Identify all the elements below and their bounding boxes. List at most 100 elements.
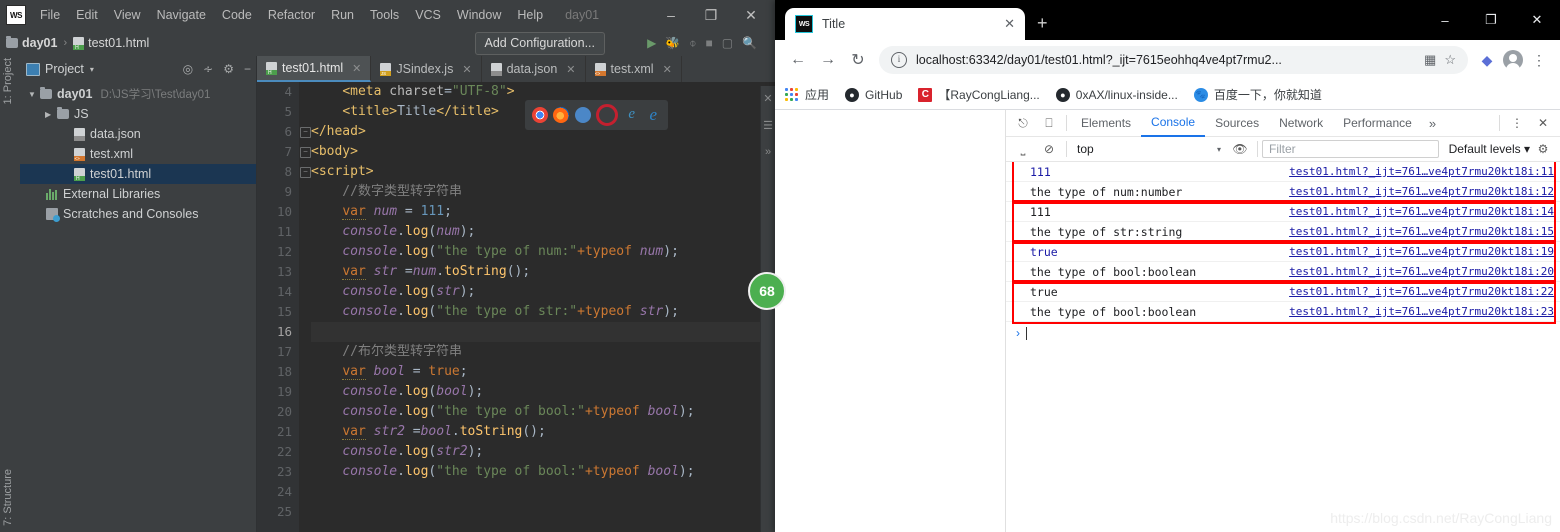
collapse-all-icon[interactable]: ∻	[203, 62, 213, 76]
ide-minimize-button[interactable]: –	[651, 0, 691, 30]
ide-close-button[interactable]: ✕	[731, 0, 771, 30]
address-bar[interactable]: i localhost:63342/day01/test01.html?_ijt…	[879, 46, 1468, 74]
firefox-icon[interactable]	[553, 107, 570, 123]
devtools-tab-performance[interactable]: Performance	[1333, 110, 1422, 136]
explorer-icon[interactable]: e	[624, 107, 640, 123]
devtools-tab-network[interactable]: Network	[1269, 110, 1333, 136]
more-tabs-icon[interactable]: »	[1422, 116, 1443, 131]
safari-icon[interactable]	[574, 107, 591, 123]
menu-item-refactor[interactable]: Refactor	[260, 5, 323, 25]
console-filter-input[interactable]: Filter	[1262, 140, 1439, 158]
chrome-maximize-button[interactable]: ❐	[1468, 0, 1514, 40]
opera-icon[interactable]	[596, 104, 619, 126]
console-prompt[interactable]: ›	[1006, 322, 1560, 344]
chrome-minimize-button[interactable]: –	[1422, 0, 1468, 40]
add-configuration-button[interactable]: Add Configuration...	[474, 32, 605, 55]
menu-item-code[interactable]: Code	[214, 5, 260, 25]
editor-tab-jsindex-js[interactable]: JSindex.js ✕	[371, 56, 482, 82]
inspect-element-icon[interactable]: ⎋	[1010, 111, 1036, 135]
bookmark-apps[interactable]: 应用	[785, 86, 829, 103]
chevron-down-icon[interactable]: ▼	[28, 90, 40, 99]
debug-icon[interactable]: 🐝	[665, 36, 680, 50]
profile-avatar-icon[interactable]	[1500, 47, 1526, 73]
log-levels-dropdown[interactable]: Default levels ▾	[1449, 142, 1530, 156]
menu-item-edit[interactable]: Edit	[68, 5, 106, 25]
menu-item-vcs[interactable]: VCS	[407, 5, 449, 25]
menu-item-view[interactable]: View	[106, 5, 149, 25]
forward-button[interactable]: →	[813, 45, 843, 75]
hide-icon[interactable]: −	[244, 62, 251, 76]
site-info-icon[interactable]: i	[891, 52, 907, 68]
stop-icon[interactable]: ■	[705, 36, 712, 50]
close-icon[interactable]: ✕	[1004, 16, 1015, 32]
fold-marker-script[interactable]: −	[300, 167, 311, 178]
chrome-close-button[interactable]: ✕	[1514, 0, 1560, 40]
close-icon[interactable]: ✕	[352, 62, 361, 75]
menu-item-window[interactable]: Window	[449, 5, 509, 25]
extension-icon[interactable]: ◆	[1474, 47, 1500, 73]
console-row[interactable]: the type of num:number test01.html?_ijt=…	[1006, 182, 1560, 202]
devtools-tab-elements[interactable]: Elements	[1071, 110, 1141, 136]
editor-tab-data-json[interactable]: data.json ✕	[482, 56, 586, 82]
menu-item-file[interactable]: File	[32, 5, 68, 25]
console-row[interactable]: true test01.html?_ijt=761…ve4pt7rmu20kt1…	[1006, 242, 1560, 262]
run-icon[interactable]: ▶	[647, 36, 656, 50]
editor-tab-test01-html[interactable]: test01.html ✕	[257, 56, 372, 82]
tree-item-external-libraries[interactable]: External Libraries	[20, 184, 256, 204]
bookmark-linux-inside[interactable]: ● 0xAX/linux-inside...	[1055, 87, 1178, 102]
tool-window-button-structure[interactable]: 7: Structure	[2, 469, 14, 526]
breadcrumb-item-project[interactable]: day01	[6, 35, 57, 50]
chevron-right-icon[interactable]: ▶	[45, 110, 57, 119]
close-icon[interactable]: ✕	[566, 63, 575, 76]
settings-gear-icon[interactable]: ⚙	[1530, 137, 1556, 161]
console-source-link[interactable]: test01.html?_ijt=761…ve4pt7rmu20kt18i:23	[1289, 305, 1560, 318]
chevron-down-icon[interactable]: ▾	[90, 65, 94, 74]
terminal-icon[interactable]: ▢	[722, 36, 733, 50]
console-row[interactable]: 111 test01.html?_ijt=761…ve4pt7rmu20kt18…	[1006, 202, 1560, 222]
chrome-menu-icon[interactable]: ⋮	[1526, 47, 1552, 73]
breadcrumb-item-file[interactable]: test01.html	[73, 36, 149, 51]
coverage-icon[interactable]: ⌽	[689, 36, 696, 51]
back-button[interactable]: ←	[783, 45, 813, 75]
editor-tab-test-xml[interactable]: test.xml ✕	[586, 56, 682, 82]
more-tool-windows-icon[interactable]: »	[761, 146, 775, 158]
chrome-icon[interactable]	[531, 107, 548, 123]
console-source-link[interactable]: test01.html?_ijt=761…ve4pt7rmu20kt18i:15	[1289, 225, 1560, 238]
close-icon[interactable]: ✕	[1530, 111, 1556, 135]
ide-maximize-button[interactable]: ❐	[691, 0, 731, 30]
console-sidebar-icon[interactable]: ⎵	[1010, 137, 1036, 161]
devtools-menu-icon[interactable]: ⋮	[1504, 111, 1530, 135]
tree-item-test-xml[interactable]: test.xml	[20, 144, 256, 164]
bookmark-raycongliang[interactable]: C 【RayCongLiang...	[918, 86, 1040, 103]
locate-icon[interactable]: ◎	[183, 62, 193, 76]
code-editor[interactable]: 4 5 6 7 8 9 10 11 12 13 14 15 16 17 18 1…	[257, 82, 775, 532]
console-row[interactable]: 111 test01.html?_ijt=761…ve4pt7rmu20kt18…	[1006, 162, 1560, 182]
fold-marker-body[interactable]: −	[300, 147, 311, 158]
menu-item-run[interactable]: Run	[323, 5, 362, 25]
live-expression-icon[interactable]: 👁	[1227, 137, 1253, 161]
close-icon[interactable]: ✕	[462, 63, 471, 76]
search-icon[interactable]: 🔍	[742, 36, 757, 50]
translate-icon[interactable]: ▦	[1424, 52, 1436, 68]
menu-item-tools[interactable]: Tools	[362, 5, 407, 25]
close-icon[interactable]: ✕	[761, 92, 775, 105]
console-source-link[interactable]: test01.html?_ijt=761…ve4pt7rmu20kt18i:19	[1289, 245, 1560, 258]
console-source-link[interactable]: test01.html?_ijt=761…ve4pt7rmu20kt18i:22	[1289, 285, 1560, 298]
edge-icon[interactable]: e	[645, 106, 661, 123]
tree-item-js[interactable]: ▶ JS	[20, 104, 256, 124]
settings-icon[interactable]: ⚙	[223, 62, 234, 76]
console-source-link[interactable]: test01.html?_ijt=761…ve4pt7rmu20kt18i:12	[1289, 185, 1560, 198]
close-icon[interactable]: ✕	[663, 63, 672, 76]
fold-marker-head[interactable]: −	[300, 127, 311, 138]
tree-item-test01-html[interactable]: test01.html	[20, 164, 256, 184]
bookmark-baidu[interactable]: 🐾 百度一下，你就知道	[1193, 86, 1322, 103]
console-row[interactable]: the type of bool:boolean test01.html?_ij…	[1006, 302, 1560, 322]
hamburger-icon[interactable]: ☰	[761, 119, 775, 132]
clear-console-icon[interactable]: ⊘	[1036, 137, 1062, 161]
tree-item-day01[interactable]: ▼ day01 D:\JS学习\Test\day01	[20, 84, 256, 104]
console-row[interactable]: the type of str:string test01.html?_ijt=…	[1006, 222, 1560, 242]
bookmark-github[interactable]: ● GitHub	[845, 87, 902, 102]
execution-context-selector[interactable]: top ▾	[1071, 142, 1227, 156]
console-row[interactable]: the type of bool:boolean test01.html?_ij…	[1006, 262, 1560, 282]
devtools-tab-console[interactable]: Console	[1141, 109, 1206, 137]
